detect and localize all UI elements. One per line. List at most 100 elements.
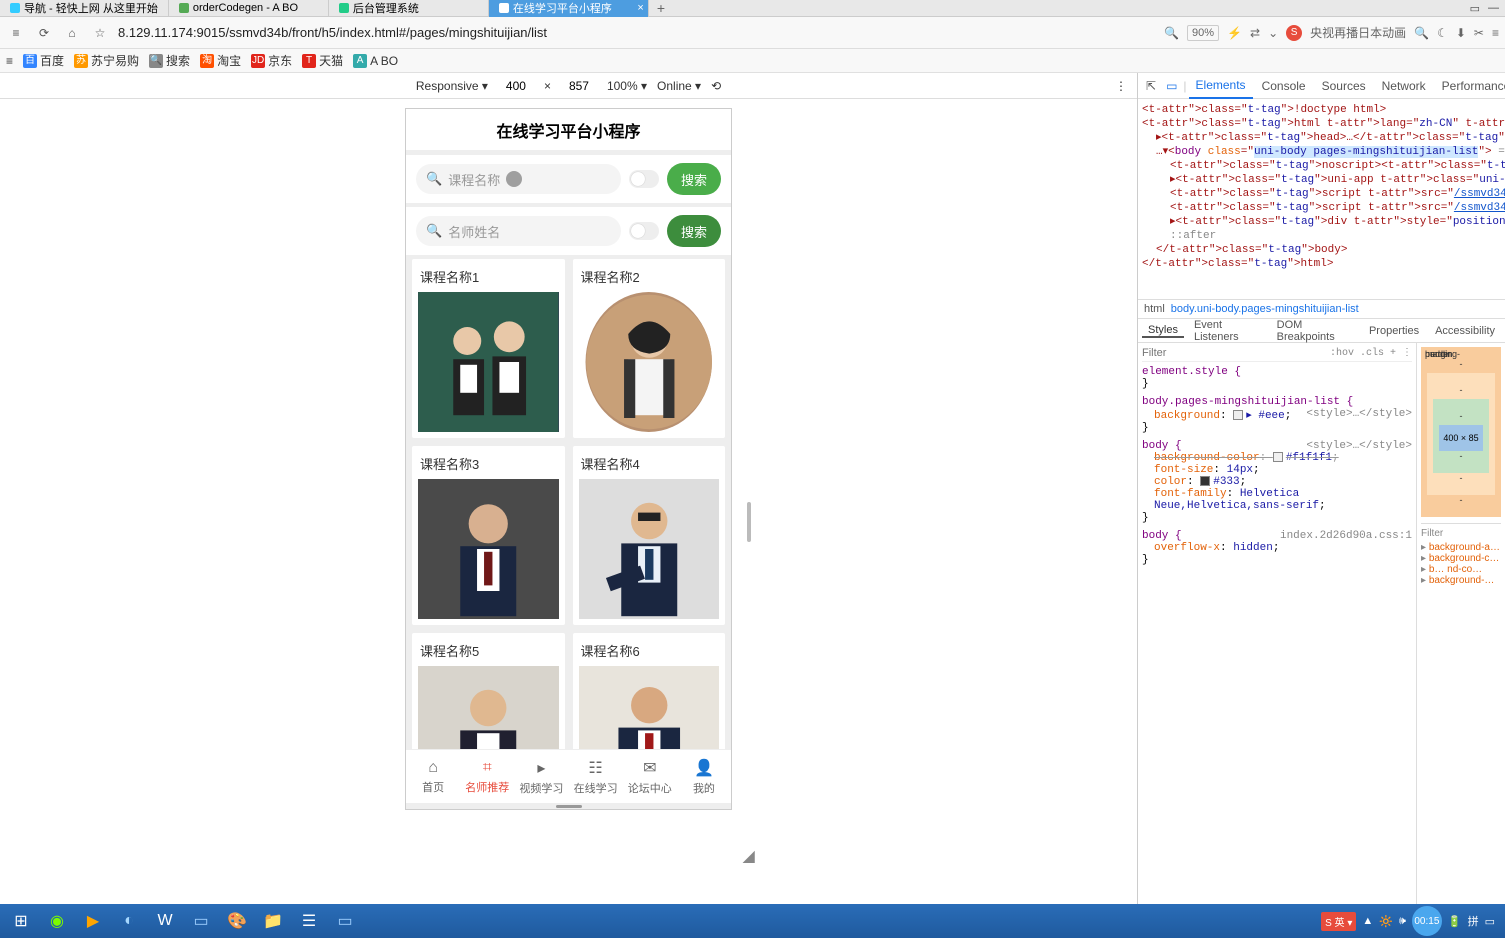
course-card[interactable]: 课程名称2 — [573, 259, 726, 438]
drag-handle[interactable] — [406, 803, 731, 809]
home-icon[interactable]: ⌂ — [62, 26, 82, 40]
styles-tab-dombp[interactable]: DOM Breakpoints — [1271, 319, 1359, 343]
bookmark-item[interactable]: T天猫 — [302, 52, 343, 69]
zoom-level[interactable]: 90% — [1187, 25, 1219, 41]
tray-icon[interactable]: 🔋 — [1448, 915, 1462, 928]
corner-resize-handle[interactable]: ◢ — [743, 846, 755, 858]
rotate-icon[interactable]: ⟲ — [711, 79, 721, 93]
reload-icon[interactable]: ⟳ — [34, 26, 54, 40]
tab-forum[interactable]: ✉论坛中心 — [623, 750, 677, 803]
taskbar-app-icon[interactable]: ☰ — [292, 907, 326, 935]
taskbar-app-icon[interactable]: ▶ — [76, 907, 110, 935]
devtools-tab-sources[interactable]: Sources — [1315, 73, 1373, 99]
bookmark-item[interactable]: 🔍搜索 — [149, 52, 190, 69]
taskbar-app-icon[interactable]: 📁 — [256, 907, 290, 935]
nav-menu-icon[interactable]: ≡ — [6, 26, 26, 40]
tray-icon[interactable]: 🔆 — [1379, 915, 1393, 928]
bookmark-item[interactable]: 苏苏宁易购 — [74, 52, 139, 69]
devtools-tab-console[interactable]: Console — [1255, 73, 1313, 99]
tray-ime-icon[interactable]: 拼 — [1468, 913, 1479, 929]
inspect-icon[interactable]: ⇱ — [1142, 79, 1160, 93]
computed-prop[interactable]: b… nd-co… — [1421, 564, 1501, 575]
taskbar-app-icon[interactable]: ◉ — [40, 907, 74, 935]
tray-icon[interactable]: ▲ — [1362, 915, 1373, 927]
course-card[interactable]: 课程名称6 — [573, 633, 726, 749]
styles-tab-events[interactable]: Event Listeners — [1188, 319, 1267, 343]
url-input[interactable]: 8.129.11.174:9015/ssmvd34b/front/h5/inde… — [118, 25, 1156, 40]
computed-prop[interactable]: background-at… — [1421, 542, 1501, 553]
browser-tab[interactable]: 导航 - 轻快上网 从这里开始 — [0, 0, 169, 17]
recording-timer[interactable]: 00:15 — [1412, 906, 1442, 936]
taskbar-app-icon[interactable]: ◐ — [112, 907, 146, 935]
course-card[interactable]: 课程名称1 — [412, 259, 565, 438]
device-select[interactable]: Responsive ▾ — [416, 79, 488, 93]
search-toggle[interactable] — [629, 170, 659, 188]
device-throttle-select[interactable]: Online ▾ — [657, 79, 701, 93]
styles-tab-props[interactable]: Properties — [1363, 325, 1425, 337]
device-more-icon[interactable]: ⋮ — [1115, 79, 1127, 93]
styles-rules[interactable]: :hov .cls + ⋮ element.style {}body.pages… — [1138, 343, 1417, 904]
extension-badge-icon[interactable]: S — [1286, 25, 1302, 41]
device-width-input[interactable] — [498, 79, 534, 93]
new-tab-button[interactable]: + — [649, 0, 673, 16]
devtools-tab-network[interactable]: Network — [1375, 73, 1433, 99]
device-toggle-icon[interactable]: ▭ — [1162, 79, 1181, 93]
course-card[interactable]: 课程名称3 — [412, 446, 565, 625]
action-center-icon[interactable]: ▭ — [1485, 915, 1495, 928]
browser-tab[interactable]: orderCodegen - A BO — [169, 0, 329, 17]
dom-breadcrumb[interactable]: html body.uni-body.pages-mingshituijian-… — [1138, 299, 1505, 319]
teacher-search-input[interactable]: 🔍 名师姓名 — [416, 216, 621, 246]
bookmark-item[interactable]: 淘淘宝 — [200, 52, 241, 69]
taskbar-app-icon[interactable]: W — [148, 907, 182, 935]
search-button[interactable]: 搜索 — [667, 215, 721, 247]
tab-home[interactable]: ⌂首页 — [406, 750, 460, 803]
bookmark-item[interactable]: JD京东 — [251, 52, 292, 69]
flash-icon[interactable]: ⚡ — [1227, 26, 1242, 40]
download-icon[interactable]: ⬇ — [1456, 26, 1466, 40]
ime-indicator[interactable]: S 英 ▾ — [1321, 912, 1356, 931]
taskbar-app-icon[interactable]: ▭ — [328, 907, 362, 935]
translate-icon[interactable]: ⇄ — [1250, 26, 1260, 40]
styles-filter-input[interactable] — [1142, 347, 1324, 359]
download-chevron-icon[interactable]: ⌄ — [1268, 26, 1278, 40]
scissors-icon[interactable]: ✂ — [1474, 26, 1484, 40]
tab-teachers[interactable]: ⌗名师推荐 — [460, 750, 514, 803]
styles-tab-a11y[interactable]: Accessibility — [1429, 325, 1501, 337]
window-minimize-icon[interactable]: — — [1488, 2, 1499, 15]
computed-prop[interactable]: background-… — [1421, 575, 1501, 586]
search-icon[interactable]: 🔍 — [1414, 26, 1429, 40]
styles-filter-chips[interactable]: :hov .cls + ⋮ — [1330, 347, 1412, 359]
course-search-input[interactable]: 🔍 课程名称 — [416, 164, 621, 194]
devtools-tab-elements[interactable]: Elements — [1189, 73, 1253, 99]
tab-video[interactable]: ▸视频学习 — [514, 750, 568, 803]
styles-tab-styles[interactable]: Styles — [1142, 324, 1184, 338]
extension-text[interactable]: 央视再播日本动画 — [1310, 24, 1406, 41]
tray-icon[interactable]: 🕪 — [1399, 915, 1406, 928]
browser-tab-active[interactable]: 在线学习平台小程序× — [489, 0, 649, 17]
device-height-input[interactable] — [561, 79, 597, 93]
tab-me[interactable]: 👤我的 — [677, 750, 731, 803]
moon-icon[interactable]: ☾ — [1437, 26, 1448, 40]
browser-tab[interactable]: 后台管理系统 — [329, 0, 489, 17]
computed-prop[interactable]: background-cl… — [1421, 553, 1501, 564]
search-button[interactable]: 搜索 — [667, 163, 721, 195]
devtools-tab-performance[interactable]: Performance — [1435, 73, 1505, 99]
taskbar-app-icon[interactable]: 🎨 — [220, 907, 254, 935]
resize-handle[interactable] — [747, 502, 751, 542]
star-icon[interactable]: ☆ — [90, 26, 110, 40]
bookmark-item[interactable]: 百百度 — [23, 52, 64, 69]
taskbar-app-icon[interactable]: ▭ — [184, 907, 218, 935]
bookmark-item[interactable]: AA BO — [353, 54, 398, 68]
course-card[interactable]: 课程名称4 — [573, 446, 726, 625]
dom-tree[interactable]: <t-attr">class="t-tag">!doctype html><t-… — [1138, 99, 1505, 299]
more-icon[interactable]: ≡ — [1492, 26, 1499, 40]
device-scale-select[interactable]: 100% ▾ — [607, 79, 647, 93]
start-button[interactable]: ⊞ — [4, 907, 38, 935]
tab-online[interactable]: ☷在线学习 — [569, 750, 623, 803]
course-card[interactable]: 课程名称5 — [412, 633, 565, 749]
search-toggle[interactable] — [629, 222, 659, 240]
window-cascade-icon[interactable]: ▭ — [1470, 2, 1480, 15]
close-icon[interactable]: × — [637, 2, 643, 14]
zoom-lens-icon[interactable]: 🔍 — [1164, 26, 1179, 40]
bookmarks-menu-icon[interactable]: ≡ — [6, 54, 13, 68]
